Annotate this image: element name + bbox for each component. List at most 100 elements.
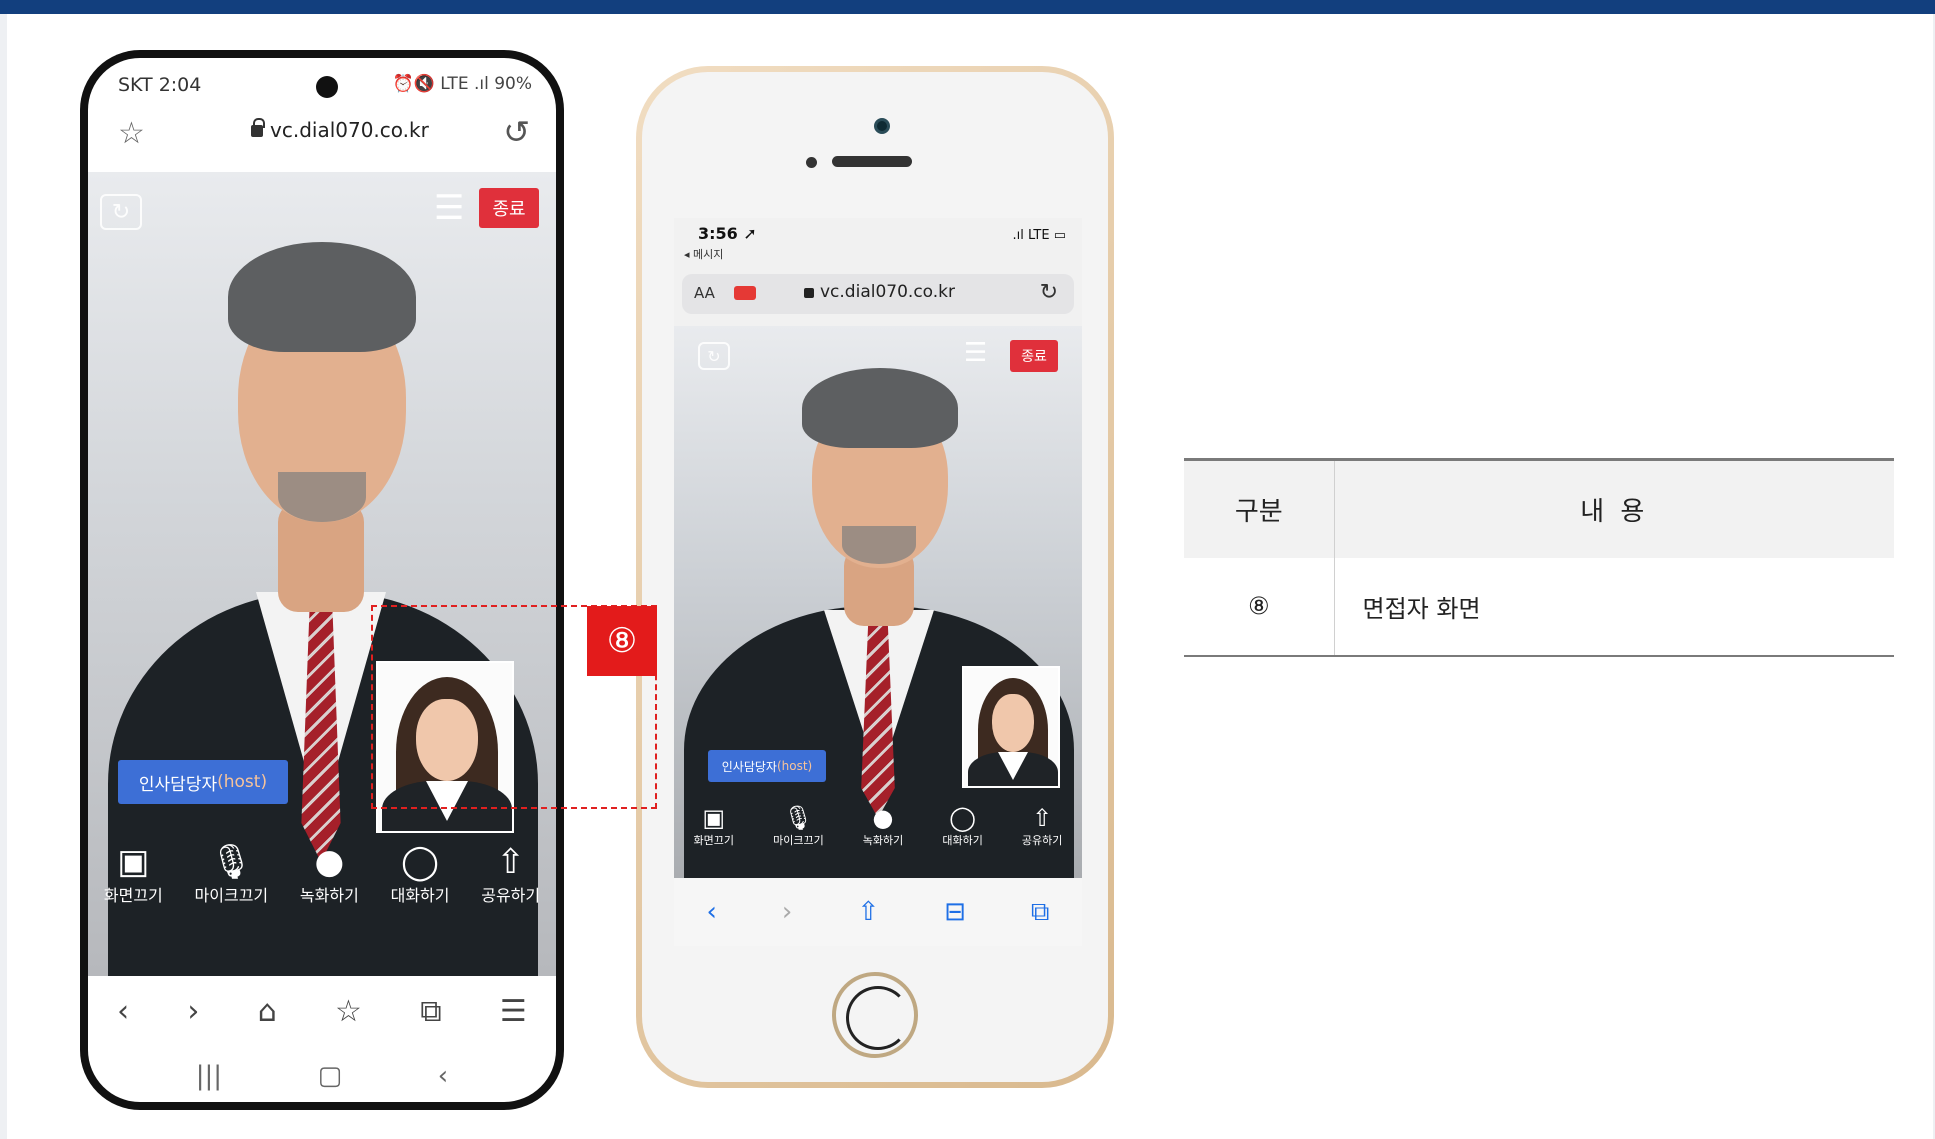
mic-off-control[interactable]: 🎙 마이크끄기 <box>773 804 824 848</box>
lock-icon <box>251 118 265 137</box>
header-content: 내 용 <box>1334 458 1894 558</box>
control-label: 공유하기 <box>1021 834 1063 847</box>
iphone-address-bar: AA vc.dial070.co.kr ↻ <box>674 270 1082 326</box>
control-label: 대화하기 <box>390 886 450 905</box>
bookmarks-icon[interactable]: ⊟ <box>944 897 966 927</box>
control-label: 공유하기 <box>481 886 541 905</box>
record-control[interactable]: ● 녹화하기 <box>863 804 903 848</box>
control-label: 마이크끄기 <box>773 834 824 847</box>
earpiece-speaker <box>832 156 912 167</box>
url-text[interactable]: vc.dial070.co.kr <box>820 282 955 302</box>
chat-icon[interactable]: ◯ <box>949 804 976 832</box>
android-system-nav: ||| ▢ ‹ <box>88 1048 556 1102</box>
iphone-screen: 3:56 ➚ ◂ 메시지 .ıl LTE ▭ AA vc.dial070.co.… <box>674 218 1082 946</box>
home-button[interactable] <box>832 972 918 1058</box>
table-row: ⑧ 면접자 화면 <box>1184 557 1894 657</box>
forward-icon[interactable]: › <box>782 897 792 927</box>
brand-top-bar <box>0 0 1935 14</box>
control-label: 마이크끄기 <box>194 886 269 905</box>
status-time: 3:56 ➚ <box>698 224 757 243</box>
share-control[interactable]: ⇧ 공유하기 <box>1022 804 1062 848</box>
host-tag-role: (host) <box>217 772 268 792</box>
iphone-body: 3:56 ➚ ◂ 메시지 .ıl LTE ▭ AA vc.dial070.co.… <box>642 72 1108 1082</box>
legend-header-row: 구분 내 용 <box>1184 458 1894 558</box>
iphone-status-bar: 3:56 ➚ ◂ 메시지 .ıl LTE ▭ <box>674 218 1082 270</box>
camera-off-icon[interactable]: ▣ <box>702 804 725 832</box>
front-camera <box>316 76 338 98</box>
reload-icon[interactable]: ↺ <box>503 113 530 151</box>
host-video-person <box>674 326 1082 878</box>
camera-off-control[interactable]: ▣ 화면끄기 <box>694 804 734 848</box>
mic-off-control[interactable]: 🎙 마이크끄기 <box>195 842 269 906</box>
chat-control[interactable]: ◯ 대화하기 <box>942 804 982 848</box>
recording-indicator-icon <box>734 286 756 300</box>
back-icon[interactable]: ‹ <box>707 897 717 927</box>
home-icon[interactable]: ⌂ <box>258 994 277 1029</box>
camera-off-control[interactable]: ▣ 화면끄기 <box>104 842 163 906</box>
android-address-bar: ☆ vc.dial070.co.kr ↺ <box>88 108 556 166</box>
record-icon[interactable]: ● <box>315 842 345 882</box>
camera-off-icon[interactable]: ▣ <box>117 842 149 882</box>
end-call-button[interactable]: 종료 <box>479 188 539 228</box>
mic-off-icon[interactable]: 🎙 <box>210 842 253 882</box>
android-video-call: ↻ ☰ 종료 인사담당자 (host) ▣ 화면끄기 🎙 마이크끄기 ● 녹화하… <box>88 172 556 976</box>
recent-apps-icon[interactable]: ||| <box>196 1061 222 1091</box>
system-back-icon[interactable]: ‹ <box>438 1061 448 1091</box>
interviewee-video-tile <box>962 666 1060 788</box>
home-button-icon[interactable]: ▢ <box>318 1061 343 1091</box>
lock-icon <box>804 288 814 298</box>
page-border-left <box>0 14 7 1139</box>
share-icon[interactable]: ⇧ <box>496 842 525 882</box>
legend-table: 구분 내 용 ⑧ 면접자 화면 <box>1184 458 1894 657</box>
control-label: 대화하기 <box>942 834 983 847</box>
record-icon[interactable]: ● <box>873 804 894 832</box>
front-camera <box>874 118 890 134</box>
share-icon[interactable]: ⇧ <box>857 897 879 927</box>
android-phone: SKT 2:04 ⏰🔇 LTE .ıl 90% ☆ vc.dial070.co.… <box>80 50 564 1110</box>
callout-marker-badge: ⑧ <box>587 606 657 676</box>
camera-flip-icon[interactable]: ↻ <box>698 342 730 370</box>
iphone: 3:56 ➚ ◂ 메시지 .ıl LTE ▭ AA vc.dial070.co.… <box>636 66 1114 1088</box>
host-tag-name: 인사담당자 <box>138 774 218 795</box>
settings-sliders-icon[interactable]: ☰ <box>434 188 464 228</box>
row-key: ⑧ <box>1184 557 1335 657</box>
forward-icon[interactable]: › <box>187 994 199 1029</box>
back-to-messages[interactable]: ◂ 메시지 <box>684 246 723 262</box>
call-controls: ▣ 화면끄기 🎙 마이크끄기 ● 녹화하기 ◯ 대화하기 ⇧ 공유하기 <box>674 804 1082 848</box>
header-category: 구분 <box>1184 458 1335 558</box>
mic-off-icon[interactable]: 🎙 <box>783 804 813 832</box>
host-name-tag: 인사담당자 (host) <box>118 760 288 804</box>
control-label: 녹화하기 <box>862 834 904 847</box>
host-tag-name: 인사담당자 <box>721 759 777 774</box>
safari-toolbar: ‹ › ⇧ ⊟ ⧉ <box>674 878 1082 946</box>
control-label: 녹화하기 <box>299 886 359 905</box>
tabs-icon[interactable]: ⧉ <box>1031 897 1050 928</box>
bookmark-star-icon[interactable]: ☆ <box>118 116 145 151</box>
android-status-bar: SKT 2:04 ⏰🔇 LTE .ıl 90% <box>88 58 556 102</box>
record-control[interactable]: ● 녹화하기 <box>300 842 359 906</box>
iphone-video-call: ↻ ☰ 종료 인사담당자 (host) ▣ 화면끄기 🎙 마이크끄기 ● 녹화하… <box>674 326 1082 878</box>
chat-icon[interactable]: ◯ <box>401 842 439 882</box>
row-value: 면접자 화면 <box>1334 557 1894 657</box>
bookmarks-icon[interactable]: ☆ <box>335 994 362 1029</box>
status-icons: ⏰🔇 LTE .ıl 90% <box>392 74 532 94</box>
back-icon[interactable]: ‹ <box>117 994 129 1029</box>
control-label: 화면끄기 <box>693 834 735 847</box>
share-control[interactable]: ⇧ 공유하기 <box>481 842 540 906</box>
host-tag-role: (host) <box>776 759 813 773</box>
camera-flip-icon[interactable]: ↻ <box>100 194 142 230</box>
text-size-button[interactable]: AA <box>694 284 715 302</box>
chat-control[interactable]: ◯ 대화하기 <box>391 842 450 906</box>
url-text[interactable]: vc.dial070.co.kr <box>270 118 429 142</box>
end-call-button[interactable]: 종료 <box>1010 340 1058 372</box>
control-label: 화면끄기 <box>103 886 163 905</box>
tabs-icon[interactable]: ⧉ <box>420 994 441 1029</box>
android-browser-nav: ‹ › ⌂ ☆ ⧉ ☰ <box>88 976 556 1046</box>
host-name-tag: 인사담당자 (host) <box>708 750 826 782</box>
share-icon[interactable]: ⇧ <box>1032 804 1052 832</box>
reload-icon[interactable]: ↻ <box>1040 280 1058 305</box>
settings-sliders-icon[interactable]: ☰ <box>964 338 987 368</box>
call-controls: ▣ 화면끄기 🎙 마이크끄기 ● 녹화하기 ◯ 대화하기 ⇧ 공유하기 <box>88 842 556 906</box>
menu-icon[interactable]: ☰ <box>500 994 527 1029</box>
sensor-dot <box>806 157 817 168</box>
